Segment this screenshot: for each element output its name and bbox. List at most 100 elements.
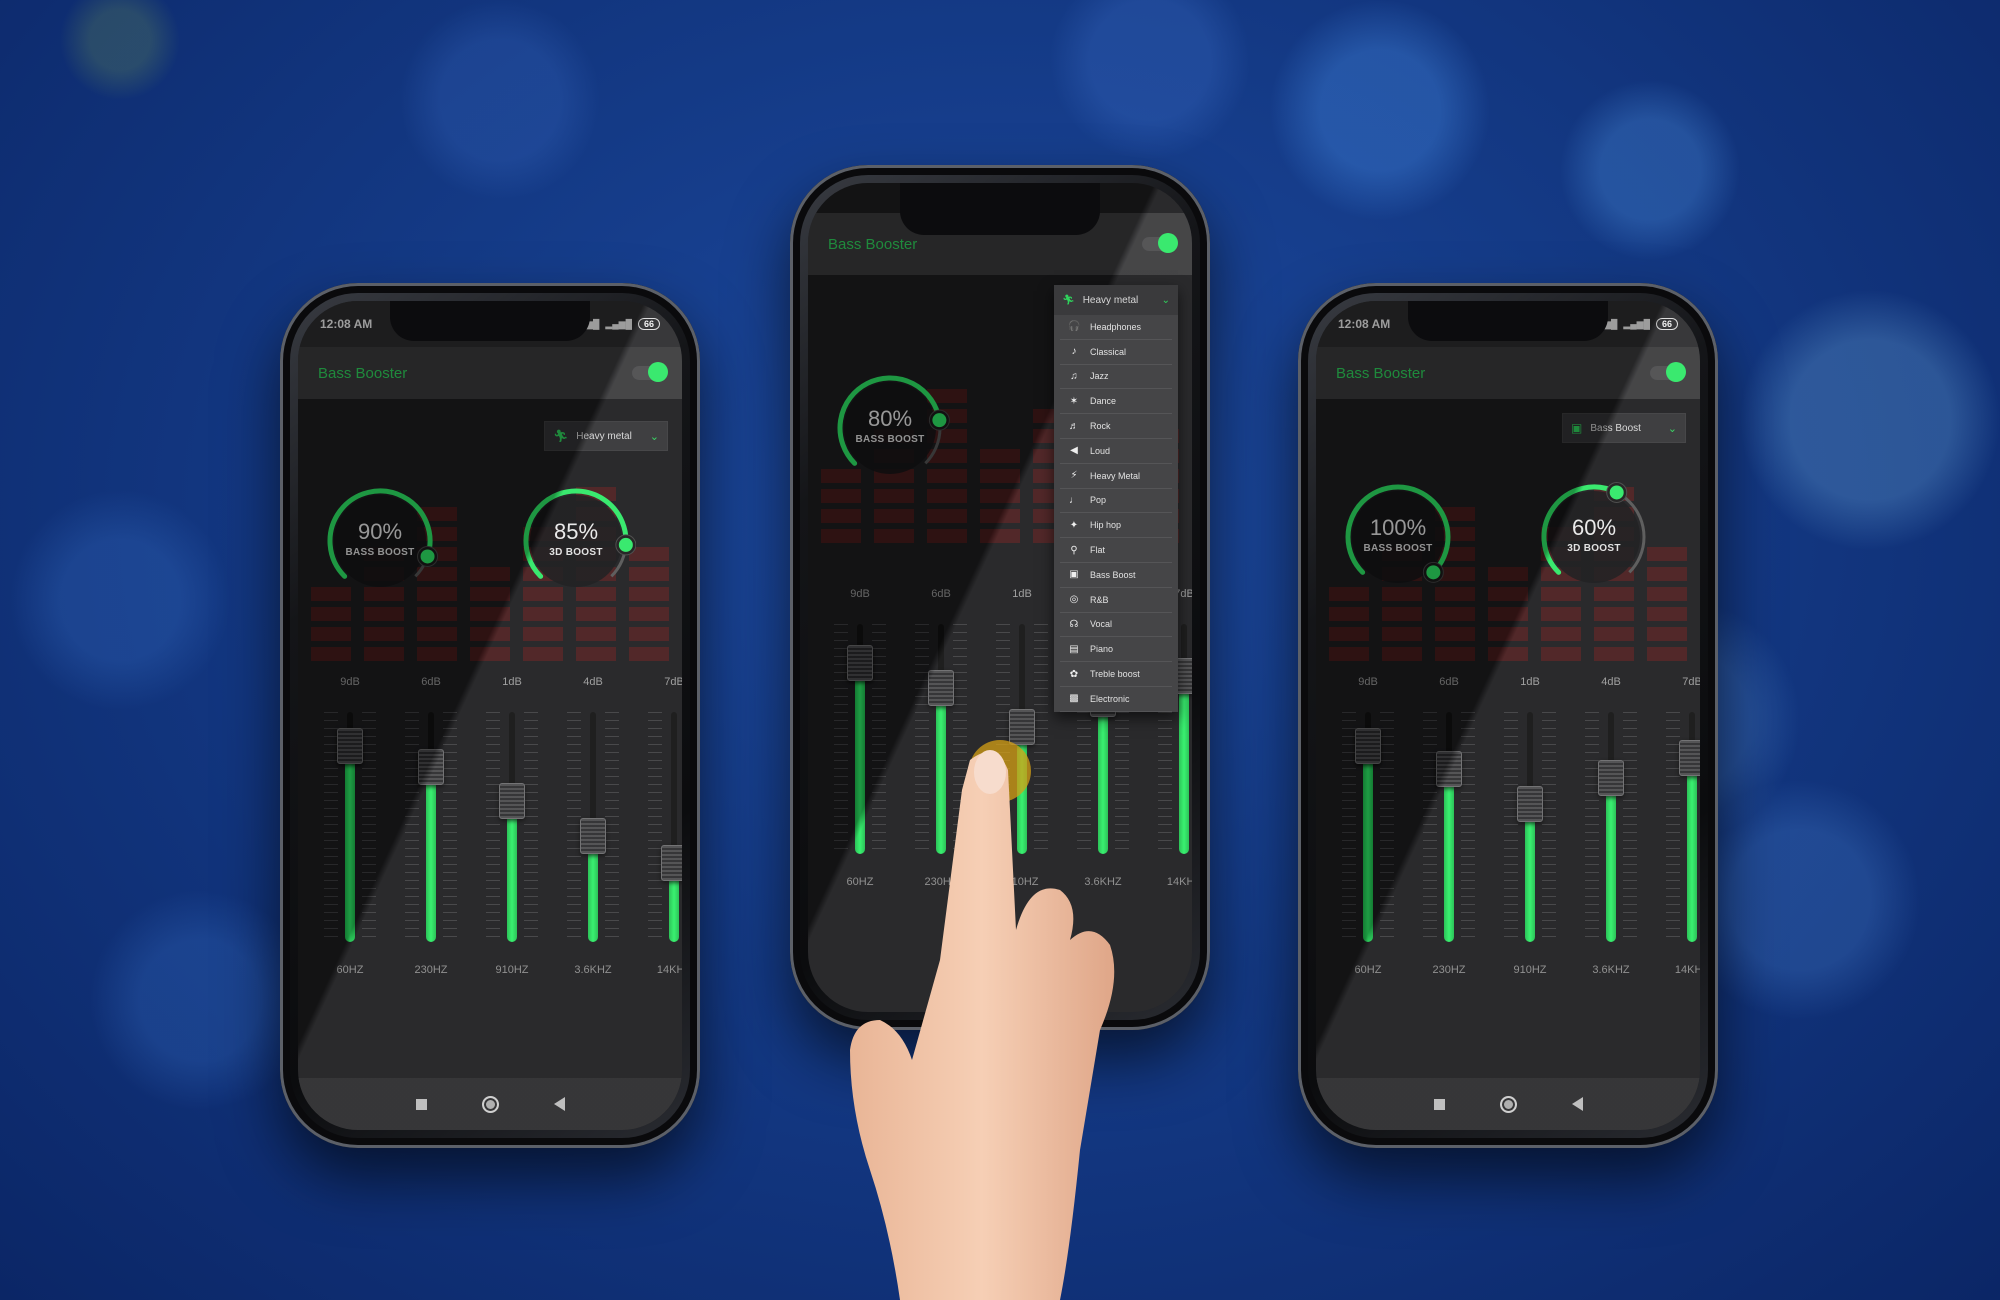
power-toggle[interactable]	[1142, 233, 1178, 253]
spectrum-segment	[1541, 627, 1582, 641]
preset-dropdown[interactable]: 🏃︎ Heavy metal ⌄	[1054, 285, 1178, 315]
dropdown-option[interactable]: ▤ Piano	[1060, 637, 1172, 663]
battery-icon: 66	[637, 318, 660, 330]
knob-handle	[1609, 485, 1624, 500]
slider-thumb[interactable]	[1679, 739, 1700, 776]
slider-thumb[interactable]	[418, 748, 444, 785]
slider-thumb[interactable]	[499, 783, 525, 820]
slider-ticks	[362, 712, 376, 942]
slider-ticks	[1623, 712, 1637, 942]
band-gain-label: 7dB	[664, 676, 682, 688]
dropdown-option[interactable]: ✿ Treble boost	[1060, 662, 1172, 687]
3d-boost-knob[interactable]: 60% 3D BOOST	[1534, 477, 1654, 597]
dropdown-option[interactable]: ♫ Jazz	[1060, 365, 1172, 390]
dropdown-option[interactable]: ♩ Pop	[1060, 489, 1172, 514]
preset-dropdown[interactable]: 🏃︎ Heavy metal ⌄	[544, 421, 668, 451]
spectrum-segment	[1487, 607, 1528, 621]
spectrum-segment	[1381, 647, 1422, 661]
dropdown-option[interactable]: ✦ Hip hop	[1060, 513, 1172, 539]
circle-icon[interactable]	[481, 1095, 499, 1113]
spectrum-segment	[363, 607, 404, 621]
band-frequency-label: 3.6KHZ	[574, 964, 612, 976]
classical-icon: ♪	[1071, 346, 1077, 358]
spectrum-segment	[820, 489, 861, 503]
circle-icon[interactable]	[1499, 1095, 1517, 1113]
knob-value: 90%	[357, 519, 403, 544]
slider-thumb[interactable]	[847, 644, 873, 681]
spectrum-segment	[576, 607, 617, 621]
dropdown-option[interactable]: 🎧 Headphones	[1060, 315, 1172, 340]
eq-band: 4dB 3.6KHZ	[563, 676, 623, 976]
preset-dropdown[interactable]: ▣ Bass Boost ⌄	[1562, 413, 1686, 443]
3d-boost-knob[interactable]: 85% 3D BOOST	[516, 481, 636, 601]
square-icon[interactable]	[1433, 1098, 1445, 1110]
preset-label: Bass Boost	[1590, 422, 1641, 434]
dropdown-option[interactable]: ♪ Classical	[1060, 340, 1172, 365]
triangle-back-icon[interactable]	[1571, 1097, 1583, 1111]
app-bar: Bass Booster	[298, 347, 682, 399]
band-slider[interactable]	[482, 712, 542, 942]
piano-icon: ▤	[1069, 643, 1079, 655]
bass-boost-knob[interactable]: 80% BASS BOOST	[830, 368, 950, 488]
band-slider[interactable]	[1500, 712, 1560, 942]
spectrum-segment	[1381, 627, 1422, 641]
dropdown-option[interactable]: ◎ R&B	[1060, 588, 1172, 613]
dropdown-option[interactable]: ▣ Bass Boost	[1060, 563, 1172, 588]
dropdown-option[interactable]: ✶ Dance	[1060, 389, 1172, 415]
band-slider[interactable]	[1581, 712, 1641, 942]
slider-thumb[interactable]	[1598, 760, 1624, 797]
square-icon[interactable]	[415, 1098, 427, 1110]
dropdown-option[interactable]: ⚡ Heavy Metal	[1060, 464, 1172, 489]
slider-thumb[interactable]	[1355, 728, 1381, 764]
dropdown-option[interactable]: ▩ Electronic	[1060, 687, 1172, 712]
band-slider[interactable]	[1338, 712, 1398, 942]
band-slider[interactable]	[320, 712, 380, 942]
slider-thumb[interactable]	[1517, 785, 1543, 822]
bass-boost-knob[interactable]: 90% BASS BOOST	[320, 481, 440, 601]
band-slider[interactable]	[1419, 712, 1479, 942]
slider-ticks	[1585, 712, 1599, 942]
power-toggle[interactable]	[632, 362, 668, 382]
treble-icon: ✿	[1069, 668, 1079, 680]
option-label: R&B	[1090, 594, 1109, 605]
spectrum-segment	[873, 509, 914, 523]
slider-thumb[interactable]	[337, 728, 363, 764]
spectrum-segment	[926, 529, 967, 543]
slider-thumb[interactable]	[1436, 751, 1462, 787]
spectrum-segment	[1328, 627, 1369, 641]
signal-icon-2: ▂▄▆█	[1623, 318, 1650, 329]
band-slider[interactable]	[644, 712, 682, 942]
dropdown-option[interactable]: ♬ Rock	[1060, 414, 1172, 439]
spectrum-segment	[629, 647, 670, 661]
band-slider[interactable]	[563, 712, 623, 942]
power-toggle[interactable]	[1650, 362, 1686, 382]
slider-thumb[interactable]	[928, 669, 954, 706]
spectrum-segment	[1381, 607, 1422, 621]
band-gain-label: 1dB	[1012, 588, 1032, 600]
dropdown-option[interactable]: ⚲ Flat	[1060, 538, 1172, 563]
spectrum-segment	[979, 489, 1020, 503]
preset-dropdown-menu[interactable]: 🏃︎ Heavy metal ⌄ 🎧 Headphones ♪ Classical ♫ J…	[1054, 285, 1178, 712]
dropdown-option[interactable]: ☊ Vocal	[1060, 613, 1172, 638]
knob-handle	[1426, 565, 1441, 580]
pop-icon: ♩	[1069, 494, 1079, 506]
triangle-back-icon[interactable]	[553, 1097, 565, 1111]
spectrum-segment	[363, 647, 404, 661]
band-frequency-label: 3.6KHZ	[1592, 964, 1630, 976]
bass-boost-knob[interactable]: 100% BASS BOOST	[1338, 477, 1458, 597]
eq-band: 1dB 910HZ	[482, 676, 542, 976]
dropdown-option[interactable]: ◀ Loud	[1060, 439, 1172, 464]
option-label: Classical	[1090, 346, 1127, 357]
spectrum-segment	[469, 607, 510, 621]
slider-thumb[interactable]	[661, 845, 682, 882]
band-frequency-label: 230HZ	[1432, 964, 1466, 976]
app-title: Bass Booster	[318, 364, 408, 382]
notch	[1408, 301, 1608, 341]
system-nav-bar	[1316, 1078, 1700, 1130]
band-slider[interactable]	[1662, 712, 1700, 942]
band-slider[interactable]	[401, 712, 461, 942]
slider-thumb[interactable]	[580, 817, 606, 854]
headphones-icon: 🎧	[1068, 321, 1081, 333]
electronic-icon: ▩	[1069, 693, 1079, 705]
dance-icon: ✶	[1069, 395, 1079, 407]
